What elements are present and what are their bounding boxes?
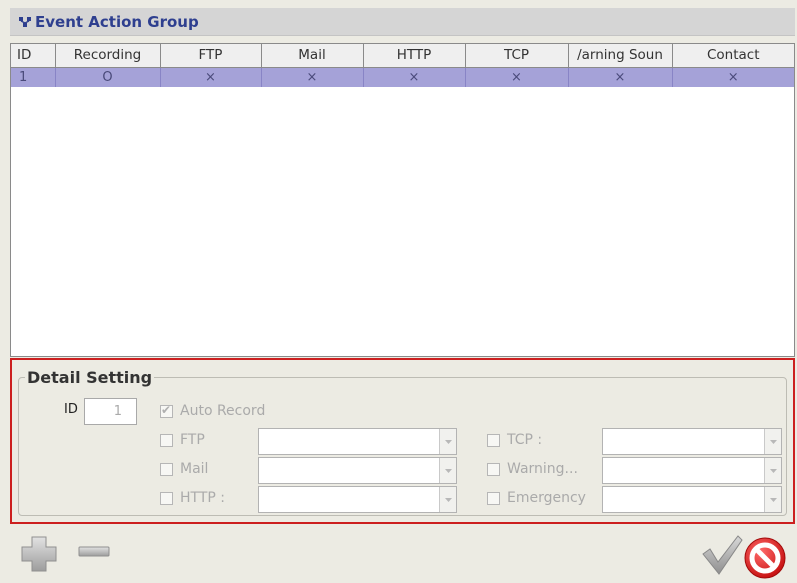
id-field[interactable]: 1 [84,398,137,425]
add-icon[interactable] [18,533,60,575]
warning-select[interactable] [602,457,782,484]
warning-checkbox[interactable]: Warning... [487,461,578,477]
cancel-icon[interactable] [743,536,787,580]
column-header-http[interactable]: HTTP [362,44,466,68]
table-header-row: ID Recording FTP Mail HTTP TCP /arning S… [11,44,794,68]
chevron-down-icon[interactable] [764,429,781,454]
chevron-down-icon[interactable] [439,487,456,512]
cell-mail: × [261,67,364,87]
emergency-checkbox[interactable]: Emergency [487,490,586,506]
auto-record-label: Auto Record [180,403,266,419]
network-icon [19,16,31,27]
cell-id: 1 [11,67,56,87]
chevron-down-icon[interactable] [439,458,456,483]
ftp-label: FTP [180,432,205,448]
event-action-table[interactable]: ID Recording FTP Mail HTTP TCP /arning S… [10,43,795,357]
mail-checkbox[interactable]: Mail [160,461,208,477]
emergency-label: Emergency [507,490,586,506]
ftp-select[interactable] [258,428,457,455]
warning-label: Warning... [507,461,578,477]
checkbox-box [487,491,500,505]
column-header-warning-sound[interactable]: /arning Soun [567,44,673,68]
auto-record-checkbox[interactable]: ✔ Auto Record [160,403,265,419]
tcp-label: TCP : [507,432,543,448]
cell-warning: × [568,67,673,87]
checkbox-box: ✔ [160,402,173,418]
cell-contact: × [672,67,794,87]
http-checkbox[interactable]: HTTP : [160,490,225,506]
column-header-recording[interactable]: Recording [54,44,161,68]
column-header-contact[interactable]: Contact [671,44,794,68]
tcp-select[interactable] [602,428,782,455]
emergency-select[interactable] [602,486,782,513]
detail-setting-legend: Detail Setting [27,368,153,387]
remove-icon[interactable] [78,546,110,558]
column-header-ftp[interactable]: FTP [159,44,262,68]
apply-checkmark-icon[interactable] [700,534,744,576]
panel-header: Event Action Group [10,8,795,36]
cell-ftp: × [160,67,262,87]
column-header-id[interactable]: ID [11,44,56,68]
checkmark-icon: ✔ [161,402,172,417]
http-label: HTTP : [180,490,225,506]
cell-recording: O [55,67,161,87]
tcp-checkbox[interactable]: TCP : [487,432,542,448]
mail-label: Mail [180,461,209,477]
checkbox-box [487,433,500,447]
checkbox-box [160,491,173,505]
chevron-down-icon[interactable] [764,487,781,512]
column-header-mail[interactable]: Mail [260,44,364,68]
checkbox-box [160,462,173,476]
checkbox-box [160,433,173,447]
column-header-tcp[interactable]: TCP [464,44,569,68]
table-row[interactable]: 1 O × × × × × × [11,67,794,87]
id-label: ID [64,402,78,417]
checkbox-box [487,462,500,476]
cell-http: × [363,67,466,87]
mail-select[interactable] [258,457,457,484]
cell-tcp: × [465,67,569,87]
chevron-down-icon[interactable] [439,429,456,454]
page-title: Event Action Group [35,12,199,31]
chevron-down-icon[interactable] [764,458,781,483]
http-select[interactable] [258,486,457,513]
ftp-checkbox[interactable]: FTP [160,432,205,448]
